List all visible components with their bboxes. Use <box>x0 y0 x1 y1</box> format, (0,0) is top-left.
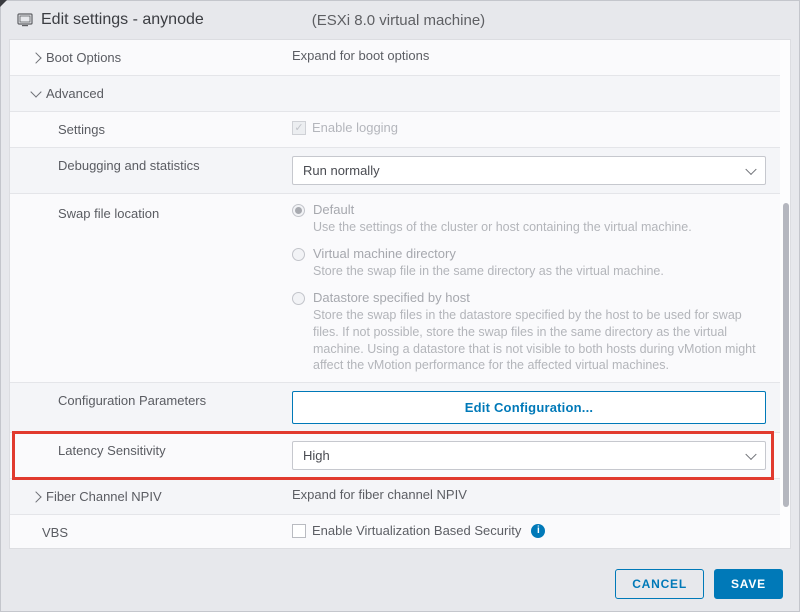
swap-vmdir-desc: Store the swap file in the same director… <box>313 263 762 280</box>
fcnpiv-value: Expand for fiber channel NPIV <box>292 487 766 502</box>
edit-configuration-button[interactable]: Edit Configuration... <box>292 391 766 424</box>
latency-select-value: High <box>292 441 766 470</box>
settings-label: Settings <box>58 122 105 137</box>
swap-radio-host-datastore: Datastore specified by host Store the sw… <box>292 290 762 375</box>
chevron-right-icon <box>30 52 41 63</box>
row-swap-location: Swap file location Default Use the setti… <box>10 194 780 383</box>
fcnpiv-label: Fiber Channel NPIV <box>46 489 162 504</box>
row-boot-options[interactable]: Boot Options Expand for boot options <box>10 40 780 76</box>
swap-radio-default: Default Use the settings of the cluster … <box>292 202 762 236</box>
debugging-select[interactable]: Run normally <box>292 156 766 185</box>
dialog-body: Boot Options Expand for boot options Adv… <box>9 39 791 549</box>
swap-hostds-title: Datastore specified by host <box>313 290 762 305</box>
radio-icon <box>292 292 305 305</box>
advanced-label: Advanced <box>46 86 104 101</box>
vbs-label: VBS <box>42 525 68 540</box>
radio-icon <box>292 204 305 217</box>
enable-logging-checkbox: ✓ <box>292 121 306 135</box>
latency-label: Latency Sensitivity <box>58 443 166 458</box>
row-debugging: Debugging and statistics Run normally <box>10 148 780 194</box>
swap-radio-vmdir: Virtual machine directory Store the swap… <box>292 246 762 280</box>
scrollbar-thumb[interactable] <box>783 203 789 508</box>
vbs-checkbox-label: Enable Virtualization Based Security <box>312 523 521 538</box>
debugging-select-value: Run normally <box>292 156 766 185</box>
swap-label: Swap file location <box>58 206 159 221</box>
config-params-label: Configuration Parameters <box>58 393 206 408</box>
row-latency-sensitivity: Latency Sensitivity High <box>10 433 780 479</box>
edit-settings-dialog: Edit settings - anynode (ESXi 8.0 virtua… <box>0 0 800 612</box>
vbs-checkbox[interactable] <box>292 524 306 538</box>
row-vbs: VBS Enable Virtualization Based Security… <box>10 515 780 548</box>
corner-caret <box>0 0 7 7</box>
row-config-params: Configuration Parameters Edit Configurat… <box>10 383 780 433</box>
swap-hostds-desc: Store the swap files in the datastore sp… <box>313 307 762 375</box>
info-icon[interactable]: i <box>531 524 545 538</box>
settings-scroll-area: Boot Options Expand for boot options Adv… <box>10 40 780 548</box>
dialog-subtitle: (ESXi 8.0 virtual machine) <box>312 12 485 29</box>
row-fiber-channel-npiv[interactable]: Fiber Channel NPIV Expand for fiber chan… <box>10 479 780 515</box>
chevron-down-icon <box>30 86 41 97</box>
dialog-footer: CANCEL SAVE <box>1 557 799 611</box>
vm-icon <box>17 12 33 28</box>
dialog-title: Edit settings - anynode <box>41 11 204 29</box>
dialog-header: Edit settings - anynode (ESXi 8.0 virtua… <box>1 1 799 39</box>
swap-vmdir-title: Virtual machine directory <box>313 246 762 261</box>
boot-options-label: Boot Options <box>46 50 121 65</box>
latency-select[interactable]: High <box>292 441 766 470</box>
chevron-right-icon <box>30 491 41 502</box>
scrollbar[interactable] <box>782 40 790 548</box>
row-settings: Settings ✓ Enable logging <box>10 112 780 148</box>
boot-options-value: Expand for boot options <box>292 48 766 63</box>
swap-default-title: Default <box>313 202 762 217</box>
row-advanced[interactable]: Advanced <box>10 76 780 112</box>
radio-icon <box>292 248 305 261</box>
debugging-label: Debugging and statistics <box>58 158 200 173</box>
cancel-button[interactable]: CANCEL <box>615 569 704 599</box>
enable-logging-label: Enable logging <box>312 120 398 135</box>
swap-default-desc: Use the settings of the cluster or host … <box>313 219 762 236</box>
save-button[interactable]: SAVE <box>714 569 783 599</box>
